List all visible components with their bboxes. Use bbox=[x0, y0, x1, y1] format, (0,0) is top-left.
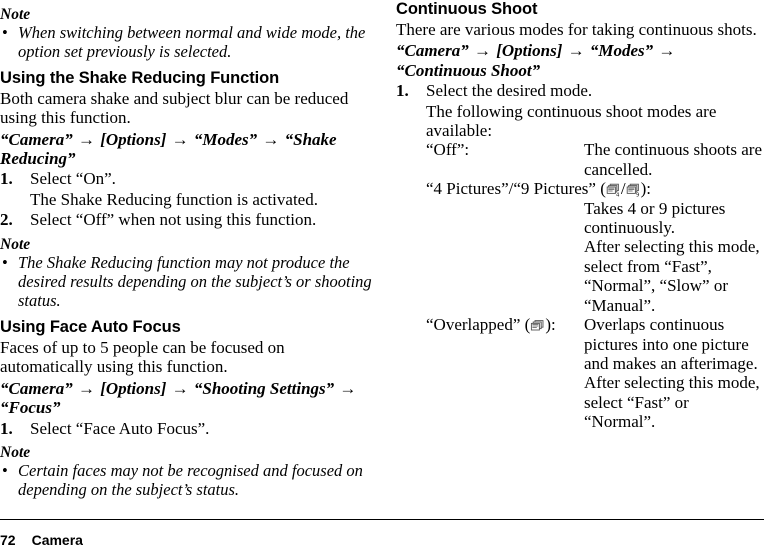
mode-description: The continuous shoots are cancelled. bbox=[584, 140, 762, 179]
footer-divider bbox=[0, 519, 764, 520]
continuous-shoot-mode-list: “Off”: The continuous shoots are cancell… bbox=[426, 140, 764, 431]
note-list: • The Shake Reducing function may not pro… bbox=[0, 253, 374, 311]
note-item-text: The Shake Reducing function may not prod… bbox=[18, 252, 372, 311]
mode-term-row: “4 Pictures”/“9 Pictures” (4/9): bbox=[426, 179, 764, 198]
step-text: Select “On”. bbox=[30, 169, 116, 189]
footer-page-number: 72 bbox=[0, 532, 16, 548]
arrow-icon: → bbox=[77, 129, 95, 149]
svg-text:9: 9 bbox=[636, 193, 640, 198]
stacked-pictures-4-icon: 4 bbox=[606, 183, 621, 197]
arrow-icon: → bbox=[473, 41, 491, 61]
right-column: Continuous Shoot There are various modes… bbox=[396, 0, 764, 432]
mode-description-line: After selecting this mode, select from “… bbox=[584, 237, 760, 315]
navpath-segment: “Shooting Settings” bbox=[193, 378, 335, 398]
note-list: • When switching between normal and wide … bbox=[0, 23, 374, 62]
footer-chapter-name: Camera bbox=[31, 532, 83, 548]
step-item: 1. Select “Face Auto Focus”. bbox=[0, 419, 374, 438]
step-number: 1. bbox=[396, 81, 409, 101]
navpath-segment: “Continuous Shoot” bbox=[396, 60, 541, 80]
section-intro-face-auto-focus: Faces of up to 5 people can be focused o… bbox=[0, 337, 285, 377]
arrow-icon: → bbox=[567, 41, 585, 61]
step-list-continuous-shoot: 1. Select the desired mode. bbox=[396, 81, 764, 100]
step-list-face-auto-focus: 1. Select “Face Auto Focus”. bbox=[0, 419, 374, 438]
note-heading: Note bbox=[0, 6, 31, 23]
step-number: 1. bbox=[0, 418, 13, 438]
mode-entry-off: “Off”: The continuous shoots are cancell… bbox=[426, 140, 764, 179]
note-item-text: Certain faces may not be recognised and … bbox=[18, 460, 363, 500]
step-list-shake-reducing-continued: 2. Select “Off” when not using this func… bbox=[0, 210, 374, 229]
navigation-path-shake-reducing: “Camera” → [Options] → “Modes” → “Shake … bbox=[0, 130, 374, 169]
mode-term: “4 Pictures”/“9 Pictures” (4/9): bbox=[426, 179, 651, 198]
step-item: 1. Select the desired mode. bbox=[396, 81, 764, 100]
mode-term-prefix: “4 Pictures”/“9 Pictures” ( bbox=[426, 179, 606, 199]
bullet-glyph: • bbox=[2, 460, 8, 480]
navpath-segment: “Modes” bbox=[193, 129, 258, 149]
svg-text:4: 4 bbox=[616, 193, 620, 198]
page-footer: 72 Camera bbox=[0, 533, 83, 548]
manual-page: Note • When switching between normal and … bbox=[0, 0, 764, 548]
step-detail-text: The Shake Reducing function is activated… bbox=[30, 189, 318, 209]
step-item: 1. Select “On”. bbox=[0, 169, 374, 188]
section-heading-continuous-shoot: Continuous Shoot bbox=[396, 0, 538, 18]
step-number: 2. bbox=[0, 210, 13, 230]
step-text: Select “Off” when not using this functio… bbox=[30, 210, 317, 230]
arrow-icon: → bbox=[262, 129, 280, 149]
step-detail-text: The following continuous shoot modes are… bbox=[426, 101, 717, 141]
note-item: • The Shake Reducing function may not pro… bbox=[0, 253, 374, 311]
note-item: • When switching between normal and wide … bbox=[0, 23, 374, 62]
mode-term-suffix: ): bbox=[545, 315, 556, 335]
mode-description: Overlaps continuous pictures into one pi… bbox=[584, 315, 764, 431]
mode-entry-overlapped: “Overlapped” (): Overlaps continuous pic… bbox=[426, 315, 764, 431]
arrow-icon: → bbox=[658, 41, 676, 61]
navpath-segment: “Camera” bbox=[396, 41, 469, 61]
section-heading-shake-reducing: Using the Shake Reducing Function bbox=[0, 68, 280, 87]
navpath-segment: [Options] bbox=[100, 129, 167, 149]
arrow-icon: → bbox=[171, 129, 189, 149]
step-list-shake-reducing: 1. Select “On”. bbox=[0, 169, 374, 188]
mode-description-line: Overlaps continuous pictures into one pi… bbox=[584, 315, 758, 373]
step-item: 2. Select “Off” when not using this func… bbox=[0, 210, 374, 229]
stacked-pictures-9-icon: 9 bbox=[626, 183, 641, 197]
section-intro-shake-reducing: Both camera shake and subject blur can b… bbox=[0, 88, 349, 128]
section-heading-face-auto-focus: Using Face Auto Focus bbox=[0, 317, 181, 336]
arrow-icon: → bbox=[339, 378, 357, 398]
arrow-icon: → bbox=[77, 378, 95, 398]
navpath-segment: “Modes” bbox=[589, 41, 654, 61]
navigation-path-continuous-shoot: “Camera” → [Options] → “Modes” → “Contin… bbox=[396, 41, 764, 80]
mode-description-line: After selecting this mode, select “Fast”… bbox=[584, 373, 760, 432]
section-intro-continuous-shoot: There are various modes for taking conti… bbox=[396, 20, 757, 39]
overlapped-pictures-icon bbox=[530, 319, 545, 333]
mode-term: “Off”: bbox=[426, 140, 470, 160]
left-column: Note • When switching between normal and … bbox=[0, 0, 382, 500]
note-item-text: When switching between normal and wide m… bbox=[18, 23, 366, 62]
step-text: Select the desired mode. bbox=[426, 81, 593, 101]
navpath-segment: [Options] bbox=[100, 378, 167, 398]
note-list: • Certain faces may not be recognised and… bbox=[0, 461, 374, 500]
note-item: • Certain faces may not be recognised and… bbox=[0, 461, 374, 500]
navpath-segment: “Camera” bbox=[0, 378, 73, 398]
navpath-segment: [Options] bbox=[496, 41, 563, 61]
note-heading: Note bbox=[0, 443, 31, 461]
mode-term-suffix: ): bbox=[640, 179, 651, 199]
bullet-glyph: • bbox=[2, 252, 8, 272]
mode-entry-pictures: “4 Pictures”/“9 Pictures” (4/9): Takes 4… bbox=[426, 179, 764, 315]
navpath-segment: “Camera” bbox=[0, 129, 73, 149]
bullet-glyph: • bbox=[2, 23, 8, 42]
mode-term-prefix: “Overlapped” ( bbox=[426, 315, 531, 335]
note-heading: Note bbox=[0, 235, 31, 253]
arrow-icon: → bbox=[171, 378, 189, 398]
navpath-segment: “Focus” bbox=[0, 398, 61, 418]
step-text: Select “Face Auto Focus”. bbox=[30, 418, 210, 438]
mode-term: “Overlapped” (): bbox=[426, 315, 584, 334]
navigation-path-face-auto-focus: “Camera” → [Options] → “Shooting Setting… bbox=[0, 379, 374, 418]
step-number: 1. bbox=[0, 169, 13, 189]
mode-description-line: Takes 4 or 9 pictures continuously. bbox=[584, 198, 726, 238]
